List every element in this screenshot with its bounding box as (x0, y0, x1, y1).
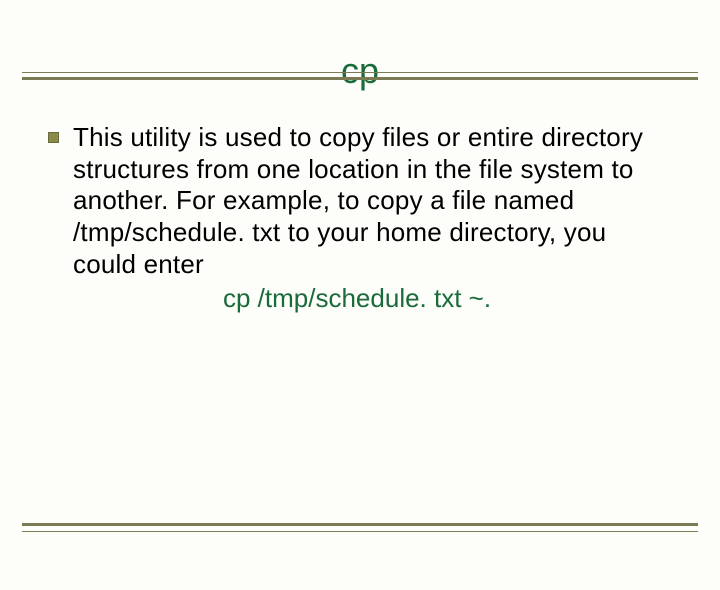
frame-bottom-thick (22, 523, 698, 526)
bullet-text-block: This utility is used to copy files or en… (73, 122, 676, 314)
example-command: cp /tmp/schedule. txt ~. (73, 283, 676, 314)
square-bullet-icon (48, 132, 59, 143)
slide-title: cp (0, 50, 720, 92)
bullet-item: This utility is used to copy files or en… (48, 122, 676, 314)
frame-top-thin (22, 72, 698, 73)
frame-top-thick (22, 77, 698, 80)
frame-bottom-thin (22, 531, 698, 532)
body-text: This utility is used to copy files or en… (73, 122, 676, 281)
slide-content: This utility is used to copy files or en… (0, 122, 720, 314)
